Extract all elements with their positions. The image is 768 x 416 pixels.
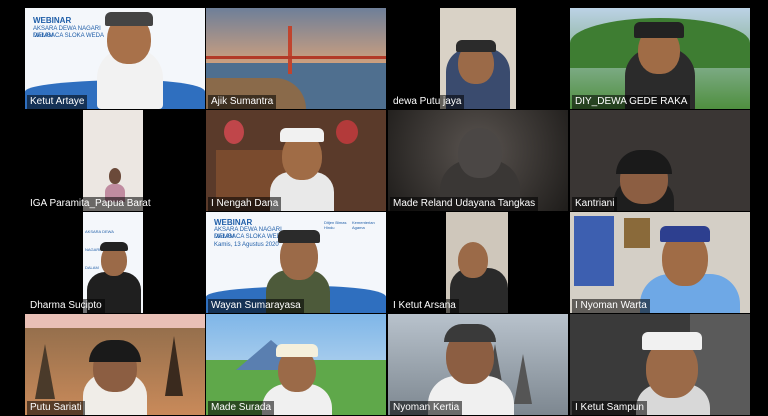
video-tile-i-nengah-dana[interactable]: I Nengah Dana [206, 110, 386, 211]
person-head [109, 168, 121, 184]
participant-name: I Ketut Arsana [390, 299, 459, 313]
video-tile-diy-dewa-gede-raka[interactable]: DIY_DEWA GEDE RAKA [570, 8, 750, 109]
person-head [458, 128, 502, 178]
participant-name: I Ketut Sampun [572, 401, 647, 415]
person-head [458, 242, 488, 278]
video-tile-i-ketut-arsana[interactable]: I Ketut Arsana [388, 212, 568, 313]
white-udeng [276, 344, 318, 357]
video-tile-dharma-sucipto[interactable]: AKSARA DEWA NAGARI DALAM Dharma Sucipto [25, 212, 205, 313]
video-tile-wayan-sumarayasa[interactable]: WEBINAR AKSARA DEWA NAGARI DALAM MEMBACA… [206, 212, 386, 313]
udeng-headband [278, 230, 320, 243]
udeng-headband [456, 40, 496, 52]
sky-background [206, 8, 386, 68]
video-tile-i-nyoman-warta[interactable]: I Nyoman Warta [570, 212, 750, 313]
udeng-headband [105, 12, 153, 26]
participant-name: I Nyoman Warta [572, 299, 650, 313]
participant-name: Dharma Sucipto [27, 299, 105, 313]
participant-name: Made Reland Udayana Tangkas [390, 197, 539, 211]
video-tile-made-surada[interactable]: Made Surada [206, 314, 386, 415]
video-tile-i-ketut-sampun[interactable]: I Ketut Sampun [570, 314, 750, 415]
video-tile-ajik-sumantra[interactable]: Ajik Sumantra [206, 8, 386, 109]
participant-name: Kantriani [572, 197, 618, 211]
udeng-headband [100, 242, 128, 251]
white-udeng [280, 128, 324, 142]
participant-name: Nyoman Kertia [390, 401, 463, 415]
video-tile-nyoman-kertia[interactable]: Nyoman Kertia [388, 314, 568, 415]
video-grid: WEBINAR AKSARA DEWA NAGARI DALAM MEMBACA… [0, 0, 768, 416]
bridge-tower [288, 26, 292, 74]
video-tile-ketut-artaye[interactable]: WEBINAR AKSARA DEWA NAGARI DALAM MEMBACA… [25, 8, 205, 109]
hair [444, 324, 496, 342]
logo-bimas-hindu: Ditjen Bimas Hindu [324, 220, 347, 230]
video-tile-made-reland[interactable]: Made Reland Udayana Tangkas [388, 110, 568, 211]
logo-kemenag: Kementerian Agama [352, 220, 375, 230]
participant-name: Made Surada [208, 401, 275, 415]
udeng-headband [634, 22, 684, 38]
video-tile-putu-sariati[interactable]: Putu Sariati [25, 314, 205, 415]
participant-name: DIY_DEWA GEDE RAKA [572, 95, 691, 109]
participant-name: Ajik Sumantra [208, 95, 277, 109]
picture-frame [624, 218, 650, 248]
participant-name: Putu Sariati [27, 401, 85, 415]
wall-painting [574, 216, 614, 286]
video-tile-kantriani[interactable]: Kantriani [570, 110, 750, 211]
white-udeng [642, 332, 702, 350]
participant-name: Wayan Sumarayasa [208, 299, 304, 313]
video-tile-dewa-putu-jaya[interactable]: dewa Putu jaya [388, 8, 568, 109]
blue-udeng [660, 226, 710, 242]
participant-name: dewa Putu jaya [390, 95, 465, 109]
video-tile-iga-paramita[interactable]: IGA Paramita_Papua Barat [25, 110, 205, 211]
flower-border [25, 314, 205, 328]
participant-name: I Nengah Dana [208, 197, 282, 211]
participant-name: Ketut Artaye [27, 95, 88, 109]
participant-name: IGA Paramita_Papua Barat [27, 197, 154, 211]
